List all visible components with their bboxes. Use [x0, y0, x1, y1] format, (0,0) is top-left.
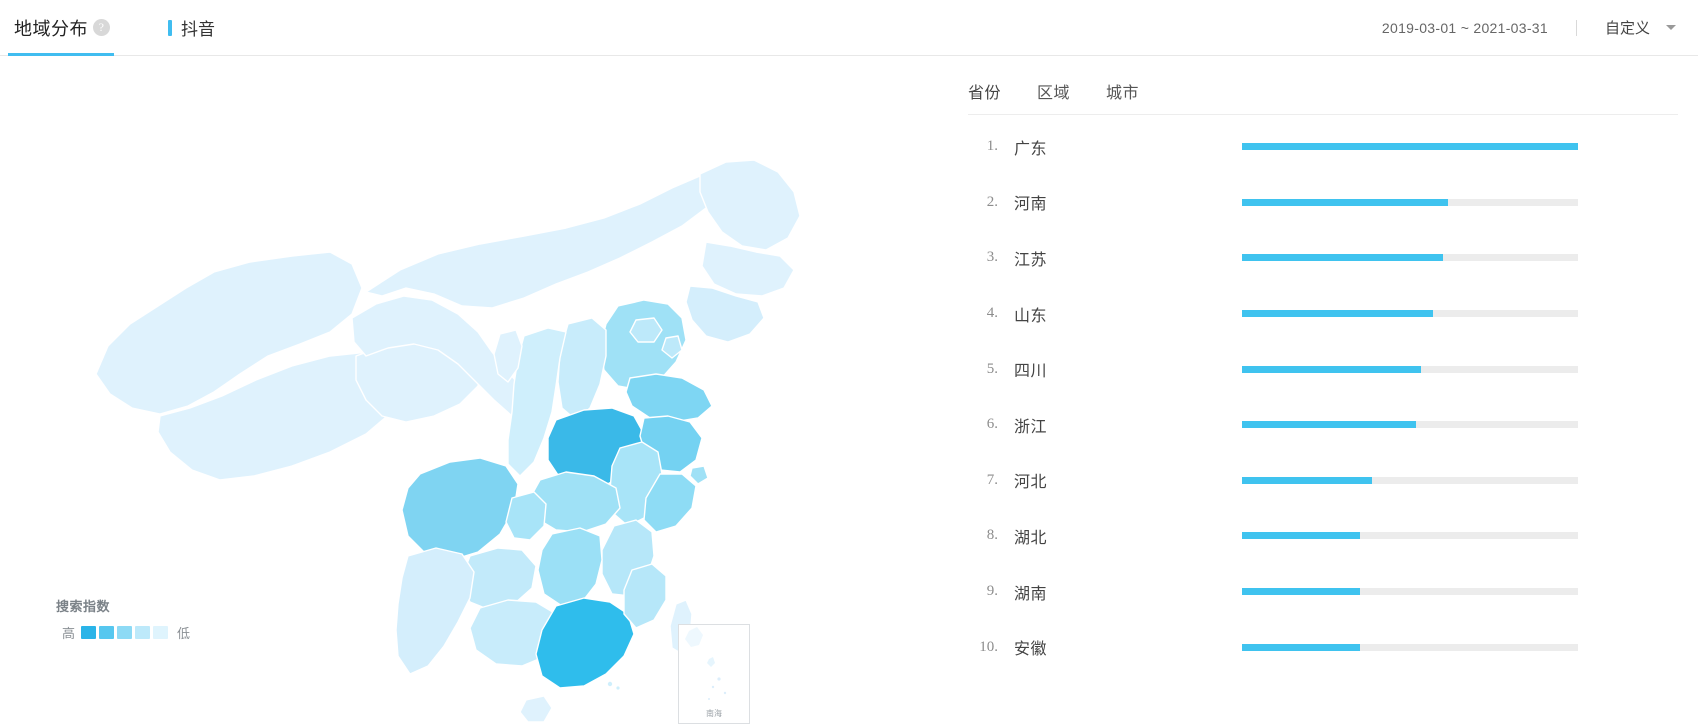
rank-bar-fill: [1242, 310, 1433, 317]
province-shape-beijing[interactable]: [630, 318, 662, 342]
legend-chip-3: [117, 626, 132, 639]
tab-region[interactable]: 区域: [1037, 79, 1070, 103]
province-shape-fujian[interactable]: [624, 564, 666, 628]
inset-label: 南海: [706, 708, 722, 719]
legend-low-label: 低: [177, 623, 190, 642]
header-divider: [1576, 20, 1577, 36]
province-shape-chongqing[interactable]: [506, 492, 546, 540]
rank-row[interactable]: 8.湖北: [940, 508, 1698, 564]
rank-index: 4.: [968, 305, 1002, 322]
province-shape-heilongjiang[interactable]: [700, 160, 800, 250]
rank-bar-track: [1242, 310, 1578, 317]
ranking-panel: 省份 区域 城市 1.广东2.河南3.江苏4.山东5.四川6.浙江7.河北8.湖…: [940, 56, 1698, 724]
rank-region-name[interactable]: 湖北: [1002, 524, 1242, 548]
rank-index: 8.: [968, 527, 1002, 544]
ranking-list: 1.广东2.河南3.江苏4.山东5.四川6.浙江7.河北8.湖北9.湖南10.安…: [940, 115, 1698, 675]
rank-bar-fill: [1242, 143, 1578, 150]
keyword-label: 抖音: [181, 15, 215, 40]
rank-index: 9.: [968, 583, 1002, 600]
rank-index: 1.: [968, 138, 1002, 155]
rank-bar-track: [1242, 199, 1578, 206]
tab-province[interactable]: 省份: [968, 79, 1001, 103]
rank-index: 5.: [968, 361, 1002, 378]
rank-bar-track: [1242, 143, 1578, 150]
province-shape-hainan[interactable]: [520, 696, 552, 722]
rank-index: 10.: [968, 639, 1002, 656]
rank-bar-fill: [1242, 199, 1448, 206]
rank-bar-track: [1242, 644, 1578, 651]
rank-row[interactable]: 10.安徽: [940, 619, 1698, 675]
rank-bar-fill: [1242, 366, 1421, 373]
rank-region-name[interactable]: 山东: [1002, 302, 1242, 326]
rank-row[interactable]: 3.江苏: [940, 230, 1698, 286]
rank-bar-fill: [1242, 588, 1360, 595]
tab-city[interactable]: 城市: [1106, 79, 1139, 103]
rank-index: 6.: [968, 416, 1002, 433]
province-shape-hunan[interactable]: [538, 528, 602, 606]
legend-chip-1: [81, 626, 96, 639]
rank-region-name[interactable]: 安徽: [1002, 635, 1242, 659]
rank-bar-fill: [1242, 532, 1360, 539]
rank-index: 2.: [968, 194, 1002, 211]
province-shape-jilin[interactable]: [702, 242, 794, 296]
rank-bar-fill: [1242, 477, 1372, 484]
legend-title: 搜索指数: [56, 596, 196, 615]
province-shape-shandong[interactable]: [626, 374, 712, 422]
date-preset-select[interactable]: 自定义: [1605, 17, 1676, 38]
chevron-down-icon: [1666, 25, 1676, 30]
rank-region-name[interactable]: 四川: [1002, 357, 1242, 381]
province-shape-sichuan[interactable]: [402, 458, 518, 560]
legend-high-label: 高: [62, 623, 75, 642]
province-shape-inner-mongolia[interactable]: [366, 176, 716, 308]
rank-bar-track: [1242, 532, 1578, 539]
south-china-sea-inset[interactable]: 南海: [678, 624, 750, 724]
rank-index: 7.: [968, 472, 1002, 489]
legend-scale: 高 低: [56, 623, 196, 642]
rank-bar-fill: [1242, 421, 1416, 428]
province-shape-shanghai[interactable]: [690, 466, 708, 484]
island-dots: [608, 682, 620, 690]
header-right-group: 2019-03-01 ~ 2021-03-31 自定义: [1382, 17, 1676, 38]
rank-bar-track: [1242, 421, 1578, 428]
page-title-tab[interactable]: 地域分布 ?: [0, 0, 122, 55]
rank-row[interactable]: 9.湖南: [940, 564, 1698, 620]
date-preset-label: 自定义: [1605, 17, 1650, 38]
keyword-color-swatch: [168, 20, 172, 36]
rank-region-name[interactable]: 浙江: [1002, 413, 1242, 437]
rank-region-name[interactable]: 河南: [1002, 190, 1242, 214]
rank-region-name[interactable]: 江苏: [1002, 246, 1242, 270]
rank-row[interactable]: 1.广东: [940, 119, 1698, 175]
rank-index: 3.: [968, 249, 1002, 266]
page-header: 地域分布 ? 抖音 2019-03-01 ~ 2021-03-31 自定义: [0, 0, 1698, 56]
rank-bar-track: [1242, 366, 1578, 373]
rank-region-name[interactable]: 河北: [1002, 468, 1242, 492]
header-left-group: 地域分布 ? 抖音: [0, 0, 215, 55]
ranking-tabs: 省份 区域 城市: [940, 68, 1698, 114]
rank-row[interactable]: 2.河南: [940, 175, 1698, 231]
content-area: 搜索指数 高 低 南海: [0, 56, 1698, 724]
rank-region-name[interactable]: 湖南: [1002, 580, 1242, 604]
china-map-panel[interactable]: 搜索指数 高 低 南海: [0, 56, 940, 724]
rank-bar-track: [1242, 588, 1578, 595]
page-title: 地域分布: [14, 15, 88, 41]
legend-chip-4: [135, 626, 150, 639]
rank-bar-track: [1242, 254, 1578, 261]
rank-row[interactable]: 4.山东: [940, 286, 1698, 342]
rank-region-name[interactable]: 广东: [1002, 135, 1242, 159]
province-shape-yunnan[interactable]: [396, 548, 474, 674]
rank-bar-fill: [1242, 254, 1443, 261]
legend-chip-5: [153, 626, 168, 639]
rank-row[interactable]: 6.浙江: [940, 397, 1698, 453]
keyword-legend-item[interactable]: 抖音: [168, 15, 215, 40]
date-range-label[interactable]: 2019-03-01 ~ 2021-03-31: [1382, 20, 1548, 36]
rank-row[interactable]: 7.河北: [940, 453, 1698, 509]
rank-row[interactable]: 5.四川: [940, 341, 1698, 397]
legend-chip-2: [99, 626, 114, 639]
rank-bar-track: [1242, 477, 1578, 484]
rank-bar-fill: [1242, 644, 1360, 651]
map-legend: 搜索指数 高 低: [56, 596, 196, 642]
question-mark-icon[interactable]: ?: [93, 19, 110, 36]
